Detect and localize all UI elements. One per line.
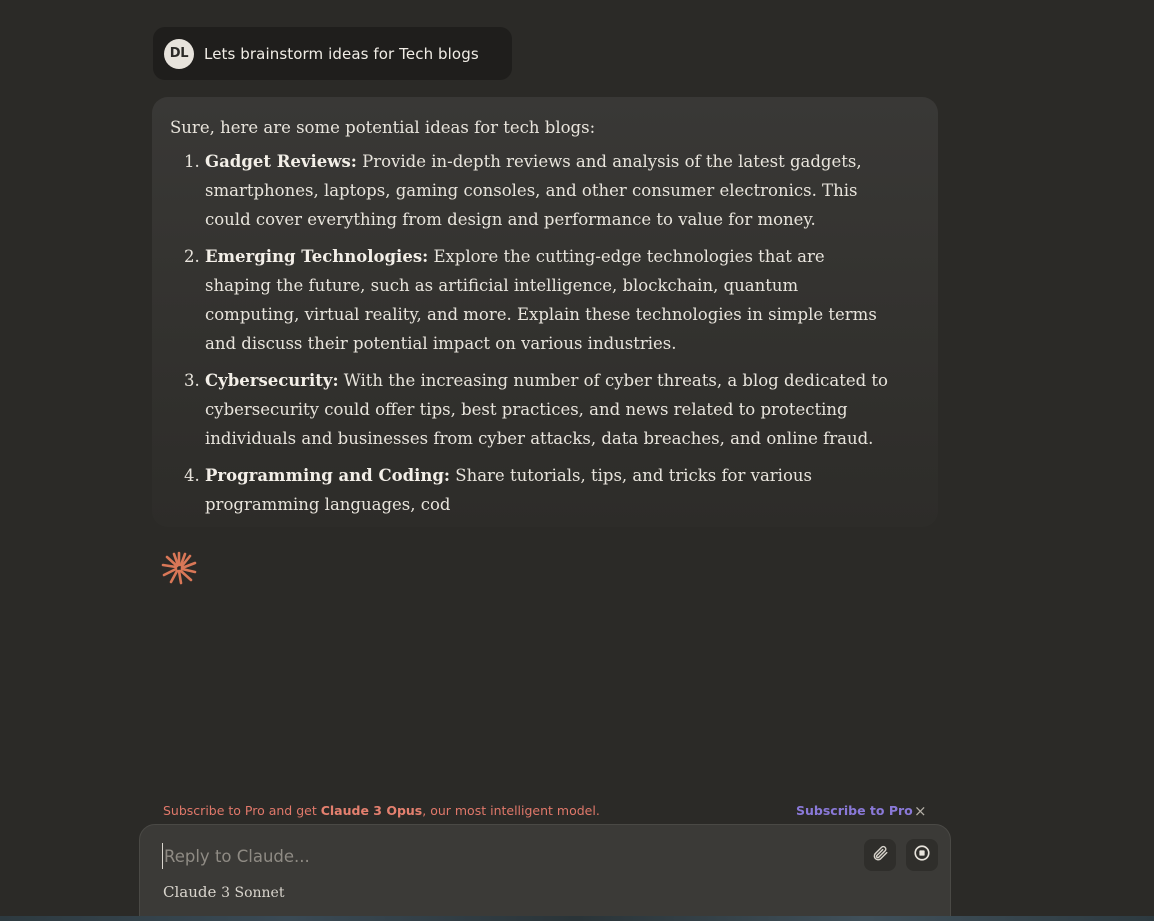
banner-text: Subscribe to Pro and get Claude 3 Opus, … — [163, 803, 600, 818]
list-item-title: Cybersecurity: — [205, 371, 339, 390]
model-selector[interactable]: Claude 3 Sonnet — [163, 883, 284, 901]
claude-spark-icon — [160, 551, 198, 585]
close-icon[interactable]: × — [914, 802, 927, 820]
model-name: Claude — [163, 883, 217, 901]
banner-suffix: , our most intelligent model. — [422, 803, 600, 818]
list-item: Gadget Reviews: Provide in-depth reviews… — [205, 147, 895, 234]
user-message-text: Lets brainstorm ideas for Tech blogs — [204, 44, 479, 63]
desktop-strip — [0, 916, 1154, 921]
stop-icon — [913, 844, 931, 866]
banner-highlight: Claude 3 Opus — [320, 803, 423, 818]
avatar[interactable]: DL — [164, 38, 194, 69]
stop-generation-button[interactable] — [906, 839, 938, 871]
banner-prefix: Subscribe to Pro and get — [163, 803, 321, 818]
upgrade-banner: Subscribe to Pro and get Claude 3 Opus, … — [163, 802, 935, 821]
paperclip-icon — [871, 844, 889, 866]
list-item-title: Gadget Reviews: — [205, 152, 357, 171]
reply-composer: Claude 3 Sonnet — [139, 824, 951, 921]
assistant-intro: Sure, here are some potential ideas for … — [170, 118, 596, 137]
list-item-title: Programming and Coding: — [205, 466, 451, 485]
model-version: 3 Sonnet — [221, 885, 285, 901]
attach-button[interactable] — [864, 839, 896, 871]
subscribe-to-pro-link[interactable]: Subscribe to Pro — [796, 803, 913, 818]
list-item-title: Emerging Technologies: — [205, 247, 429, 266]
list-item: Emerging Technologies: Explore the cutti… — [205, 242, 895, 358]
user-message: DL Lets brainstorm ideas for Tech blogs — [153, 27, 512, 80]
list-item: Cybersecurity: With the increasing numbe… — [205, 366, 895, 453]
assistant-message: Sure, here are some potential ideas for … — [152, 97, 938, 527]
ideas-list: Gadget Reviews: Provide in-depth reviews… — [170, 147, 918, 519]
list-item: Programming and Coding: Share tutorials,… — [205, 461, 895, 519]
reply-input[interactable] — [162, 843, 844, 869]
